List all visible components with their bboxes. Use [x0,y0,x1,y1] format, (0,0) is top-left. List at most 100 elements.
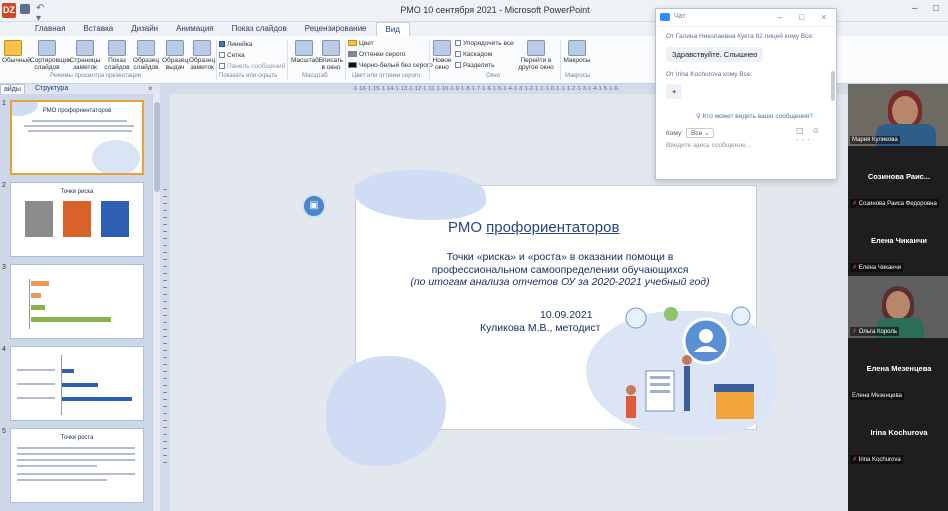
ruler-tick [163,203,167,204]
current-slide[interactable]: РМО профориентаторов Точки «риска» и «ро… [326,170,776,466]
save-icon[interactable] [20,4,30,14]
slide-thumbnail[interactable]: Точки роста [10,428,144,503]
tab-view[interactable]: Вид [375,22,410,36]
notes-page-button[interactable]: Страницы заметок [68,40,102,71]
message-bar-checkbox[interactable]: Панель сообщений [219,63,285,70]
tab-insert[interactable]: Вставка [74,22,122,36]
fit-window-button[interactable]: Вписать в окно [318,40,344,71]
participant-tile[interactable]: Елена Чиканчи ✗ Елена Чиканчи [848,212,948,274]
slide-body-line: профессиональном самоопределении обучающ… [431,263,689,276]
minimize-button[interactable]: – [912,3,918,14]
grayscale-swatch-icon [348,51,357,57]
slide-thumbnail[interactable] [10,264,144,339]
chat-panel: Чат – □ × От Галина Николаевна Кукта 82 … [655,8,837,180]
tab-home[interactable]: Главная [26,22,74,36]
slide-author[interactable]: Куликова М.В., методист [480,322,600,334]
screen: Ǳ ↶ ▾ РМО 10 сентября 2021 - Microsoft P… [0,0,948,511]
slideshow-view-button[interactable]: Показ слайдов [104,40,130,71]
tab-outline[interactable]: Структура [32,84,71,94]
ruler-checkbox[interactable]: Линейка [219,41,252,48]
thumb-bar [31,293,41,298]
zoom-button[interactable]: Масштаб [291,40,319,64]
ruler-tick [163,245,167,246]
notes-master-button[interactable]: Образец заметок [189,40,215,71]
zoom-label: Масштаб [291,57,319,64]
thumb-text-line [32,120,127,122]
ruler-tick [163,392,167,393]
macros-label: Макросы [563,57,591,64]
new-window-label: Новое окно [432,57,452,71]
slide-master-button[interactable]: Образец слайдов [132,40,160,71]
participant-label-text: Елена Чиканчи [858,265,902,271]
handout-master-button[interactable]: Образец выдач [162,40,188,71]
participant-tile[interactable]: Irina Kochurova ✗ Irina Kochurova [848,404,948,466]
macros-button[interactable]: Макросы [563,40,591,64]
ruler-tick [163,252,167,253]
slide-thumbnail[interactable]: РМО профориентаторов [10,100,144,175]
slide-title-link[interactable]: профориентаторов [486,219,619,236]
tab-design[interactable]: Дизайн [122,22,167,36]
thumb-text-line [17,383,55,385]
powerpoint-logo-icon[interactable]: Ǳ [2,3,16,18]
slide-date[interactable]: 10.09.2021 [540,309,593,321]
new-window-button[interactable]: Новое окно [430,40,454,71]
thumb-text-line [17,397,55,399]
arrange-icon [455,40,461,46]
slide-thumbnail[interactable]: Точки риска [10,182,144,257]
switch-windows-button[interactable]: Перейти в другое окно [514,40,558,71]
participant-tile[interactable]: Мария Куликова [848,84,948,146]
maximize-button[interactable]: □ [933,3,939,14]
cascade-button[interactable]: Каскадом [455,51,492,58]
chat-minimize-button[interactable]: – [777,12,782,22]
tab-animation[interactable]: Анимация [167,22,223,36]
participant-label-text: Ольга Король [858,329,897,335]
thumb-bar [62,369,74,373]
close-icon[interactable]: × [148,84,153,94]
cascade-label: Каскадом [463,51,493,58]
slide-body[interactable]: Точки «риска» и «роста» в оказании помощ… [364,251,756,289]
color-mode-button[interactable]: Цвет [348,40,374,47]
presentation-icon[interactable]: ▣ [302,194,326,218]
normal-view-button[interactable]: Обычный [2,40,31,64]
participant-tile[interactable]: Созинова Раис... ✗ Созинова Раиса Федоро… [848,148,948,210]
chat-maximize-button[interactable]: □ [799,12,804,22]
tab-review[interactable]: Рецензирование [296,22,376,36]
grid-checkbox[interactable]: Сетка [219,52,245,59]
fit-window-icon [322,40,340,56]
slide-title[interactable]: РМО профориентаторов [448,219,619,236]
ruler-tick [163,210,167,211]
who-can-see-link[interactable]: ⚲ Кто может видеть ваши сообщения? [696,112,813,120]
chat-header: Чат – □ × [656,9,836,27]
tab-slideshow[interactable]: Показ слайдов [223,22,296,36]
ruler-tick [163,455,167,456]
notes-master-icon [193,40,211,56]
participant-tile[interactable]: Елена Мезенцева Елена Мезенцева [848,340,948,402]
participant-tile[interactable]: ✗ Ольга Король [848,276,948,338]
arrange-all-button[interactable]: Упорядочить все [455,40,514,47]
split-icon [455,62,461,68]
thumb-number: 4 [2,346,6,353]
black-white-label: Черно-белый без серого [359,62,433,69]
slide-master-icon [137,40,155,56]
chat-close-button[interactable]: × [821,12,826,22]
grayscale-button[interactable]: Оттенки серого [348,51,405,58]
ruler-tick [163,224,167,225]
chat-recipient-select[interactable]: Все ⌄ [686,128,715,138]
thumb-title: Точки роста [60,435,94,441]
undo-icon[interactable]: ↶ ▾ [36,4,46,24]
ruler-tick [163,189,167,190]
color-mode-label: Цвет [359,40,374,47]
chat-scrollbar[interactable] [831,71,835,101]
ruler-tick [163,329,167,330]
black-white-button[interactable]: Черно-белый без серого [348,62,433,69]
slide-thumbnail[interactable] [10,346,144,421]
thumb-title: РМО профориентаторов [42,108,112,114]
slides-scrollbar[interactable] [152,94,160,511]
sorter-view-button[interactable]: Сортировщик слайдов [30,40,71,71]
chat-message-input[interactable]: Введите здесь сообщение... [666,142,831,149]
thumb-text-line [28,130,132,132]
thumb-bar [62,383,98,387]
split-button[interactable]: Разделить [455,62,494,69]
mic-muted-icon: ✗ [852,201,858,207]
mic-muted-icon: ✗ [852,329,858,335]
